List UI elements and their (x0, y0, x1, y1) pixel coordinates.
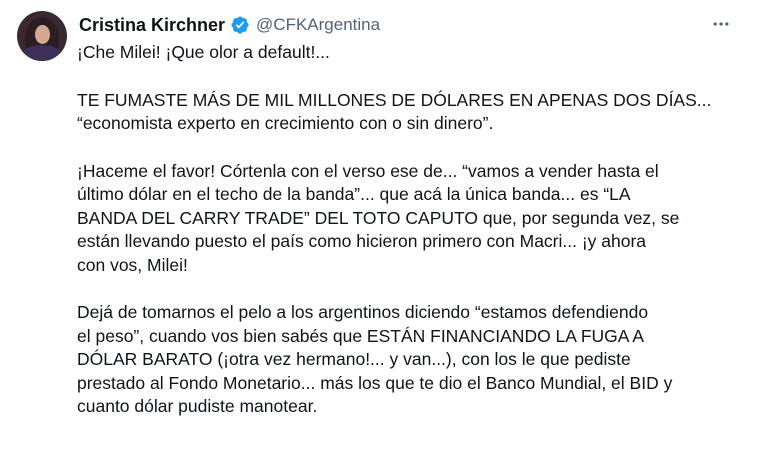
tweet-line: DÓLAR BARATO (¡otra vez hermano!... y va… (77, 349, 631, 369)
tweet-paragraph-1: ¡Che Milei! ¡Que olor a default!... (77, 41, 747, 65)
user-handle[interactable]: @CFKArgentina (256, 15, 380, 35)
tweet-paragraph-3: ¡Haceme el favor! Córtenla con el verso … (77, 160, 747, 278)
tweet-line: con vos, Milei! (77, 254, 188, 275)
tweet-line: BANDA DEL CARRY TRADE” DEL TOTO CAPUTO q… (77, 207, 680, 228)
display-name[interactable]: Cristina Kirchner (79, 15, 225, 36)
tweet-paragraph-2: TE FUMASTE MÁS DE MIL MILLONES DE DÓLARE… (77, 89, 747, 136)
tweet-line: TE FUMASTE MÁS DE MIL MILLONES DE DÓLARE… (77, 89, 712, 110)
tweet-line: el peso”, cuando vos bien sabés que ESTÁ… (77, 325, 645, 346)
more-options-icon[interactable] (709, 12, 733, 36)
avatar-coat (21, 45, 63, 61)
tweet-paragraph-4: Dejá de tomarnos el pelo a los argentino… (77, 301, 747, 419)
tweet-line: ¡Haceme el favor! Córtenla con el verso … (77, 160, 659, 181)
tweet: Cristina Kirchner @CFKArgentina ¡Che Mil… (0, 0, 768, 467)
tweet-line: último dólar en el techo de la banda”...… (77, 184, 631, 204)
avatar[interactable] (17, 11, 67, 61)
tweet-header: Cristina Kirchner @CFKArgentina (79, 13, 380, 37)
tweet-line: Dejá de tomarnos el pelo a los argentino… (77, 302, 649, 322)
avatar-face (35, 25, 50, 44)
tweet-text: ¡Che Milei! ¡Que olor a default!... TE F… (77, 41, 747, 419)
verified-badge-icon (230, 15, 250, 35)
tweet-line: están llevando puesto el país como hicie… (77, 231, 647, 251)
tweet-line: cuanto dólar pudiste manotear. (77, 396, 318, 416)
tweet-line: ¡Che Milei! ¡Que olor a default!... (77, 42, 330, 62)
tweet-line: “economista experto en crecimiento con o… (77, 113, 494, 133)
tweet-line: prestado al Fondo Monetario... más los q… (77, 372, 673, 393)
